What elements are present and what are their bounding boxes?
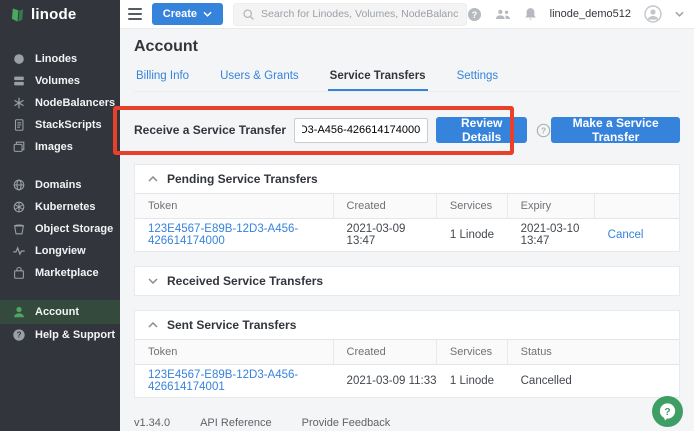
tab-settings[interactable]: Settings xyxy=(455,70,501,91)
tab-billing-info[interactable]: Billing Info xyxy=(134,70,191,91)
sent-token-link[interactable]: 123E4567-E89B-12D3-A456-426614174001 xyxy=(148,369,334,393)
topbar: Create ? linode_demo512 xyxy=(120,0,694,29)
sidebar: linode Linodes Volumes NodeBalancers Sta… xyxy=(0,0,120,431)
main-content: Account Billing Info Users & Grants Serv… xyxy=(120,30,694,431)
pending-token-link[interactable]: 123E4567-E89B-12D3-A456-426614174000 xyxy=(148,223,334,247)
column-header-created: Created xyxy=(334,194,437,218)
linode-icon xyxy=(12,52,26,66)
column-header-services: Services xyxy=(437,340,508,364)
bucket-icon xyxy=(12,222,26,236)
search-icon xyxy=(242,8,255,21)
kubernetes-icon xyxy=(12,200,26,214)
column-header-token: Token xyxy=(135,194,334,218)
nodebalancer-icon xyxy=(12,96,26,110)
pending-expiry-cell: 2021-03-10 13:47 xyxy=(508,219,595,251)
volumes-icon xyxy=(12,74,26,88)
svg-text:?: ? xyxy=(664,406,670,418)
received-transfers-panel: Received Service Transfers xyxy=(134,266,680,296)
sidebar-item-volumes[interactable]: Volumes xyxy=(0,70,120,92)
chevron-up-icon xyxy=(148,322,158,328)
sidebar-item-stackscripts[interactable]: StackScripts xyxy=(0,114,120,136)
avatar[interactable] xyxy=(644,5,662,23)
footer: v1.34.0 API Reference Provide Feedback xyxy=(134,417,680,429)
cancel-transfer-link[interactable]: Cancel xyxy=(608,229,644,241)
pending-transfers-panel: Pending Service Transfers Token Created … xyxy=(134,164,680,252)
sidebar-item-domains[interactable]: Domains xyxy=(0,174,120,196)
chevron-up-icon xyxy=(148,176,158,182)
sent-created-cell: 2021-03-09 11:33 xyxy=(334,365,437,397)
column-header-status: Status xyxy=(508,340,679,364)
app-version: v1.34.0 xyxy=(134,417,170,429)
sidebar-item-object-storage[interactable]: Object Storage xyxy=(0,218,120,240)
panel-title: Sent Service Transfers xyxy=(167,318,296,332)
sidebar-item-images[interactable]: Images xyxy=(0,136,120,158)
images-icon xyxy=(12,140,26,154)
sidebar-item-account[interactable]: Account xyxy=(0,300,120,324)
transfer-token-input[interactable] xyxy=(294,118,428,143)
panel-title: Received Service Transfers xyxy=(167,274,323,288)
pending-services-cell: 1 Linode xyxy=(437,219,508,251)
chevron-down-icon xyxy=(148,278,158,284)
review-details-button[interactable]: Review Details xyxy=(436,117,527,143)
page-title: Account xyxy=(134,38,680,56)
pending-table-row: 123E4567-E89B-12D3-A456-426614174000 202… xyxy=(135,219,679,251)
search-input[interactable] xyxy=(261,8,458,20)
sidebar-item-linodes[interactable]: Linodes xyxy=(0,48,120,70)
sidebar-nav: Linodes Volumes NodeBalancers StackScrip… xyxy=(0,29,120,346)
notifications-bell-icon[interactable] xyxy=(524,7,537,21)
pending-transfers-header[interactable]: Pending Service Transfers xyxy=(135,165,679,193)
community-icon[interactable] xyxy=(495,8,511,21)
sent-table-header: Token Created Services Status xyxy=(135,339,679,365)
help-circle-icon: ? xyxy=(12,328,26,342)
logo-text: linode xyxy=(31,6,76,23)
linode-logo-icon xyxy=(10,7,25,23)
linode-logo[interactable]: linode xyxy=(0,0,120,29)
sent-table-row: 123E4567-E89B-12D3-A456-426614174001 202… xyxy=(135,365,679,397)
service-transfer-actions: Receive a Service Transfer Review Detail… xyxy=(134,117,680,143)
make-service-transfer-button[interactable]: Make a Service Transfer xyxy=(551,117,680,143)
search-bar[interactable] xyxy=(233,3,467,26)
chevron-down-icon xyxy=(203,11,212,17)
help-bubble-button[interactable]: ? xyxy=(652,396,683,427)
sidebar-item-help-support[interactable]: ? Help & Support xyxy=(0,324,120,346)
receive-transfer-help-icon[interactable]: ? xyxy=(536,123,551,138)
stackscripts-icon xyxy=(12,118,26,132)
sent-transfers-header[interactable]: Sent Service Transfers xyxy=(135,311,679,339)
api-reference-link[interactable]: API Reference xyxy=(200,417,272,429)
column-header-created: Created xyxy=(334,340,437,364)
help-icon[interactable]: ? xyxy=(467,7,482,22)
tab-users-grants[interactable]: Users & Grants xyxy=(218,70,301,91)
account-icon xyxy=(12,305,26,319)
sidebar-item-marketplace[interactable]: Marketplace xyxy=(0,262,120,284)
sent-transfers-panel: Sent Service Transfers Token Created Ser… xyxy=(134,310,680,398)
username[interactable]: linode_demo512 xyxy=(550,8,631,20)
shopping-bag-icon xyxy=(12,266,26,280)
pulse-icon xyxy=(12,244,26,258)
pending-table-header: Token Created Services Expiry xyxy=(135,193,679,219)
column-header-expiry: Expiry xyxy=(508,194,595,218)
receive-transfer-label: Receive a Service Transfer xyxy=(134,123,286,137)
domains-icon xyxy=(12,178,26,192)
menu-icon[interactable] xyxy=(128,8,142,20)
sidebar-item-nodebalancers[interactable]: NodeBalancers xyxy=(0,92,120,114)
sent-services-cell: 1 Linode xyxy=(437,365,508,397)
column-header-actions xyxy=(595,194,679,218)
received-transfers-header[interactable]: Received Service Transfers xyxy=(135,267,679,295)
tab-service-transfers[interactable]: Service Transfers xyxy=(328,70,428,91)
account-tabs: Billing Info Users & Grants Service Tran… xyxy=(134,70,680,92)
sent-status-cell: Cancelled xyxy=(508,365,679,397)
account-menu-chevron-icon[interactable] xyxy=(675,11,684,17)
sidebar-item-longview[interactable]: Longview xyxy=(0,240,120,262)
svg-text:?: ? xyxy=(541,126,546,135)
column-header-token: Token xyxy=(135,340,334,364)
pending-created-cell: 2021-03-09 13:47 xyxy=(334,219,437,251)
create-button[interactable]: Create xyxy=(152,3,223,25)
svg-text:?: ? xyxy=(17,331,22,340)
provide-feedback-link[interactable]: Provide Feedback xyxy=(302,417,391,429)
panel-title: Pending Service Transfers xyxy=(167,172,318,186)
svg-text:?: ? xyxy=(471,9,476,19)
column-header-services: Services xyxy=(437,194,508,218)
sidebar-item-kubernetes[interactable]: Kubernetes xyxy=(0,196,120,218)
